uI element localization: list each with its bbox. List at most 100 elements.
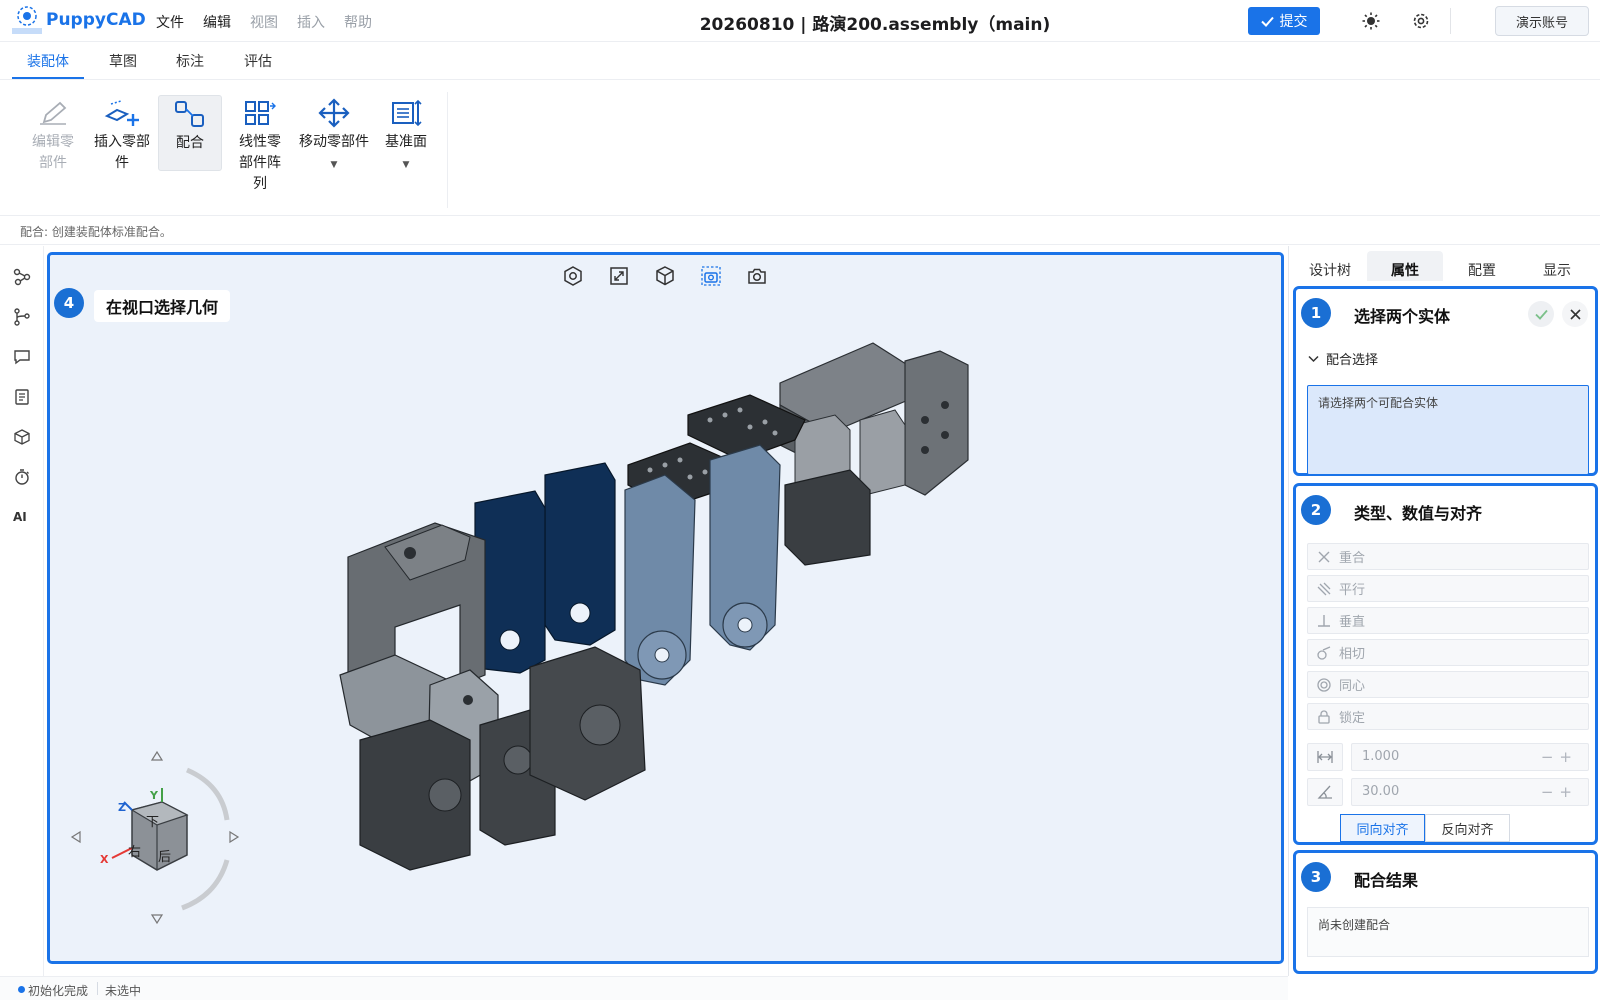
document-list-icon[interactable] [13, 388, 31, 406]
align-opposite-button[interactable]: 反向对齐 [1425, 814, 1510, 842]
distance-stepper-icon[interactable]: −+ [1541, 748, 1578, 766]
confirm-button[interactable] [1528, 301, 1554, 327]
hint-text: 配合: 创建装配体标准配合。 [20, 225, 172, 239]
move-part-button[interactable]: 移动零部件 ▼ [296, 98, 372, 176]
account-button[interactable]: 演示账号 [1495, 6, 1589, 36]
mate-type-parallel[interactable]: 平行 [1307, 575, 1589, 602]
view-cube[interactable] [62, 750, 252, 935]
axis-y-label: Y [150, 789, 158, 802]
view-cube-back-face[interactable]: 后 [158, 846, 171, 865]
mate-icon [175, 101, 204, 127]
mate-result-box: 尚未创建配合 [1307, 907, 1589, 957]
section2-title: 类型、数值与对齐 [1346, 497, 1491, 527]
panel-tab-properties[interactable]: 属性 [1391, 260, 1419, 280]
ai-assistant-button[interactable]: AI [13, 510, 27, 524]
angle-input[interactable]: 30.00 −+ [1351, 778, 1589, 806]
axis-z-label: Z [118, 801, 126, 814]
datum-plane-label: 基准面 [385, 134, 427, 150]
3d-viewport[interactable]: 4 在视口选择几何 下 右 后 X Y Z [47, 252, 1284, 964]
datum-plane-dropdown-icon[interactable]: ▼ [403, 160, 410, 170]
mate-selection-group-label: 配合选择 [1326, 353, 1379, 368]
pencil-icon [40, 101, 67, 125]
step-3-badge: 3 [1301, 862, 1331, 892]
check-icon [1534, 309, 1548, 320]
parallel-label: 平行 [1339, 583, 1366, 598]
move-part-label: 移动零部件 [299, 134, 369, 150]
move-part-dropdown-icon[interactable]: ▼ [331, 160, 338, 170]
tab-assembly[interactable]: 装配体 [27, 51, 69, 71]
gear-icon[interactable] [1411, 11, 1431, 31]
status-selection-text: 未选中 [105, 984, 142, 998]
dark-blue-bracket-parts [474, 462, 616, 674]
rotate-right-icon [229, 830, 240, 844]
lock-icon [1318, 709, 1330, 724]
status-bar: 初始化完成 未选中 [0, 976, 1288, 1000]
section1-title: 选择两个实体 [1346, 300, 1459, 330]
perpendicular-label: 垂直 [1339, 615, 1366, 630]
angle-value: 30.00 [1362, 784, 1400, 799]
mate-button[interactable]: 配合 [158, 95, 222, 171]
alignment-toggle-group: 同向对齐 反向对齐 [1340, 814, 1510, 842]
view-cube-top-face[interactable]: 下 [146, 811, 159, 830]
mate-type-tangent[interactable]: 相切 [1307, 639, 1589, 666]
panel-tab-configuration[interactable]: 配置 [1468, 260, 1496, 280]
sun-icon[interactable] [1362, 12, 1380, 30]
assembly-tree-icon[interactable] [13, 268, 31, 286]
insert-part-icon [104, 100, 139, 126]
step-1-badge: 1 [1301, 298, 1331, 328]
mate-type-coincident[interactable]: 重合 [1307, 543, 1589, 570]
linear-pattern-button[interactable]: 线性零部件阵列 [236, 98, 284, 195]
tab-annotate[interactable]: 标注 [176, 51, 204, 71]
timer-icon[interactable] [13, 468, 31, 486]
distance-input[interactable]: 1.000 −+ [1351, 743, 1589, 771]
concentric-label: 同心 [1339, 679, 1366, 694]
status-divider [97, 982, 98, 995]
tab-evaluate[interactable]: 评估 [244, 51, 272, 71]
angle-icon [1307, 778, 1343, 806]
close-button[interactable] [1562, 301, 1588, 327]
tabs-divider [0, 79, 1600, 80]
top-bar: PuppyCAD 文件 编辑 视图 插入 帮助 20260810 | 路演200… [0, 0, 1600, 42]
section3-title: 配合结果 [1346, 864, 1427, 894]
view-cube-right-face[interactable]: 右 [128, 841, 141, 860]
concentric-icon [1317, 677, 1331, 692]
distance-value: 1.000 [1362, 749, 1400, 764]
header-divider [1450, 8, 1451, 34]
edit-part-label: 编辑零部件 [32, 134, 74, 171]
check-icon [1260, 16, 1274, 27]
edit-part-button[interactable]: 编辑零部件 [26, 98, 80, 174]
tangent-icon [1317, 645, 1331, 660]
mate-type-perpendicular[interactable]: 垂直 [1307, 607, 1589, 634]
parallel-icon [1317, 582, 1331, 595]
comment-icon[interactable] [13, 348, 31, 366]
ribbon-divider [447, 92, 448, 208]
move-arrows-icon [318, 98, 350, 128]
panel-tab-display[interactable]: 显示 [1543, 260, 1571, 280]
mate-selection-group-toggle[interactable]: 配合选择 [1308, 349, 1378, 368]
rotate-left-icon [70, 830, 81, 844]
datum-plane-icon [392, 99, 422, 127]
panel-tab-design-tree[interactable]: 设计树 [1309, 260, 1351, 280]
left-toolbar: AI [0, 246, 44, 976]
orbit-arc-top [185, 767, 230, 821]
rotate-up-icon [150, 750, 164, 761]
branch-icon[interactable] [13, 308, 31, 326]
mate-type-lock[interactable]: 锁定 [1307, 703, 1589, 730]
chevron-down-icon [1308, 355, 1319, 362]
datum-plane-button[interactable]: 基准面 ▼ [382, 98, 430, 176]
coincident-icon [1318, 551, 1330, 562]
submit-button[interactable]: 提交 [1248, 7, 1320, 35]
angle-stepper-icon[interactable]: −+ [1541, 783, 1578, 801]
axis-x-label: X [100, 853, 109, 866]
linear-pattern-label: 线性零部件阵列 [239, 134, 281, 192]
part-cube-icon[interactable] [13, 428, 31, 446]
perpendicular-icon [1318, 614, 1330, 627]
mate-entity-selection-box[interactable]: 请选择两个可配合实体 [1307, 385, 1589, 475]
step-2-badge: 2 [1301, 495, 1331, 525]
align-same-button[interactable]: 同向对齐 [1340, 814, 1425, 842]
tangent-label: 相切 [1339, 647, 1366, 662]
mate-type-concentric[interactable]: 同心 [1307, 671, 1589, 698]
insert-part-button[interactable]: 插入零部件 [94, 98, 150, 174]
distance-icon [1307, 743, 1343, 771]
tab-sketch[interactable]: 草图 [109, 51, 137, 71]
